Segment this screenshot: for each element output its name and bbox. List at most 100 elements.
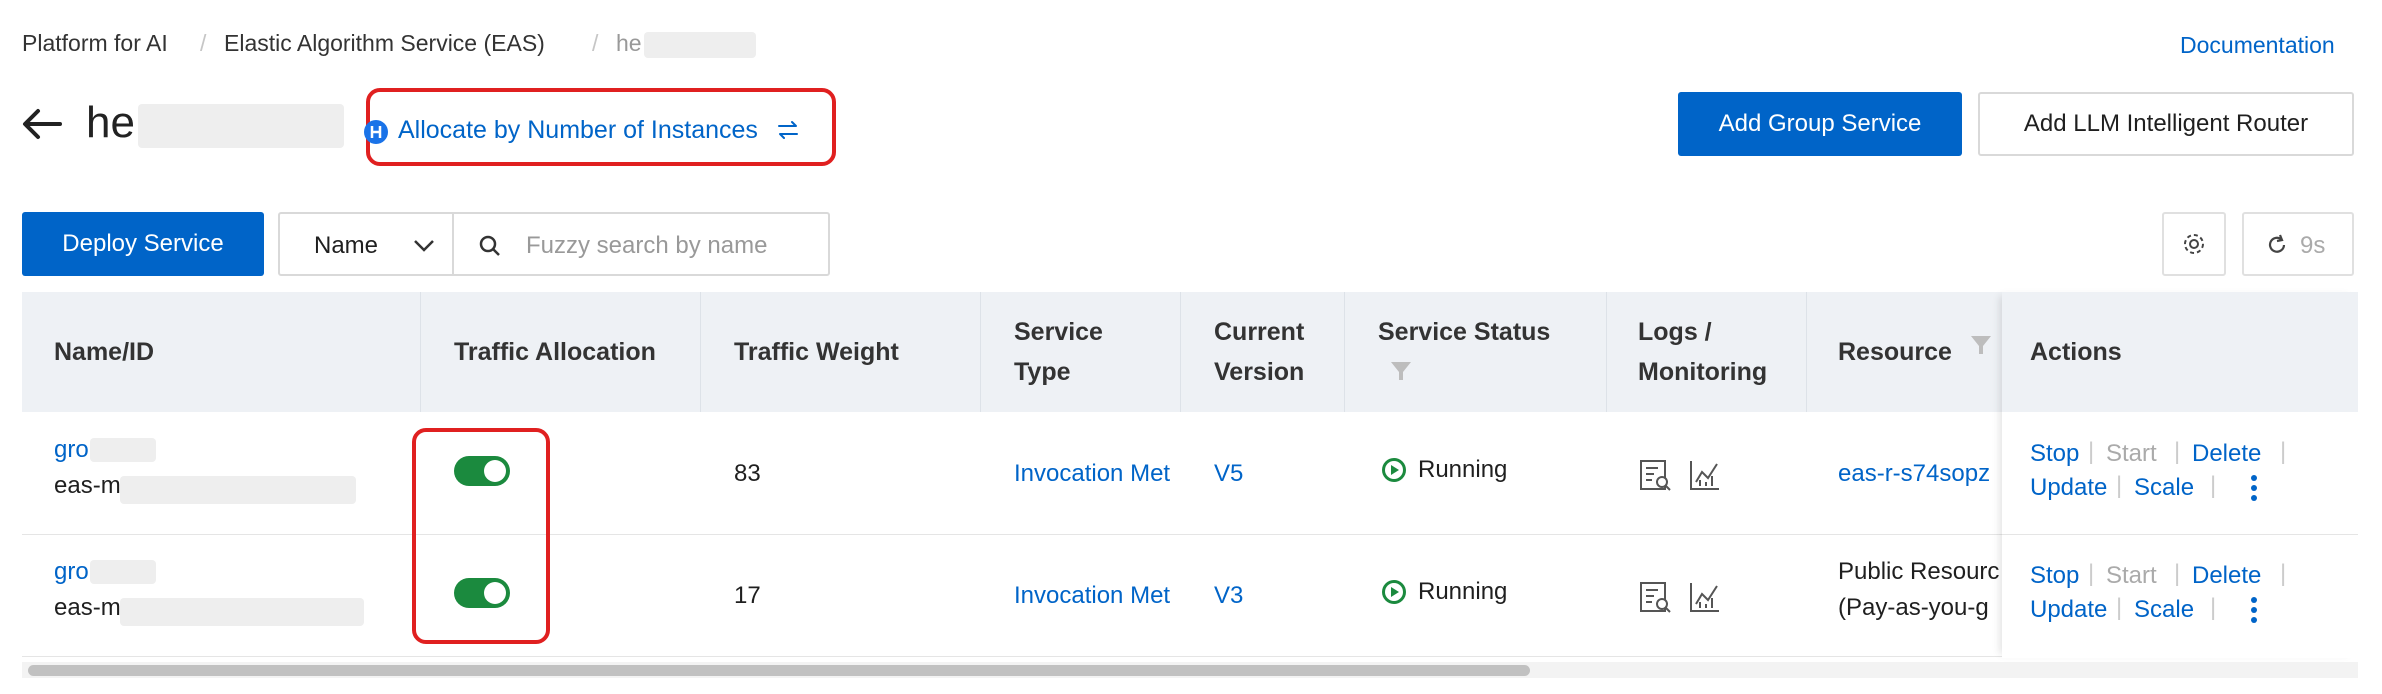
redacted-text <box>644 32 756 58</box>
start-button[interactable]: Start <box>2106 562 2157 590</box>
action-separator: | <box>2088 438 2095 465</box>
monitoring-icon[interactable] <box>1688 580 1722 614</box>
col-current-version: Version <box>1214 358 1305 386</box>
action-separator: | <box>2174 560 2181 587</box>
breadcrumb-separator: / <box>200 30 207 56</box>
monitoring-icon[interactable] <box>1688 458 1722 492</box>
action-separator: | <box>2088 560 2095 587</box>
service-id: eas-m <box>54 594 121 621</box>
traffic-weight: 17 <box>734 582 761 609</box>
refresh-countdown: 9s <box>2300 232 2326 259</box>
col-service-status: Service Status <box>1378 318 1551 346</box>
refresh-icon <box>2266 234 2288 256</box>
horizontal-scrollbar-thumb[interactable] <box>28 665 1530 676</box>
col-name-id: Name/ID <box>54 338 155 366</box>
add-group-service-button[interactable]: Add Group Service <box>1678 92 1962 156</box>
column-divider <box>1180 292 1181 412</box>
breadcrumb-current: he <box>616 30 642 56</box>
breadcrumb-pai[interactable]: Platform for AI <box>22 30 168 57</box>
version-link[interactable]: V3 <box>1214 582 1243 610</box>
col-service-type: Type <box>1014 358 1071 386</box>
breadcrumb-separator: / <box>592 30 599 56</box>
actions-header: Actions <box>2002 292 2358 412</box>
action-separator: | <box>2210 594 2217 621</box>
stop-button[interactable]: Stop <box>2030 440 2079 468</box>
actions-cell: Stop | Start | Delete | Update | Scale | <box>2002 534 2358 656</box>
chevron-down-icon <box>412 234 436 258</box>
more-icon[interactable] <box>2250 596 2258 624</box>
filter-select-value: Name <box>314 232 379 259</box>
start-button[interactable]: Start <box>2106 440 2157 468</box>
search-field[interactable]: Fuzzy search by name <box>452 212 830 276</box>
highlight-box <box>412 428 550 644</box>
page-title: he <box>86 98 135 147</box>
resource-text: (Pay-as-you-g <box>1838 594 1989 621</box>
service-status: Running <box>1418 578 1508 605</box>
redacted-text <box>90 438 156 462</box>
service-type-link[interactable]: Invocation Met <box>1014 460 1170 488</box>
logs-icon[interactable] <box>1638 458 1672 492</box>
add-llm-router-button[interactable]: Add LLM Intelligent Router <box>1978 92 2354 156</box>
breadcrumb-eas[interactable]: Elastic Algorithm Service (EAS) <box>224 30 545 57</box>
search-icon <box>478 234 502 258</box>
actions-column: Actions Stop | Start | Delete | Update |… <box>2002 292 2358 658</box>
col-current-version: Current <box>1214 318 1305 346</box>
deploy-service-button[interactable]: Deploy Service <box>22 212 264 276</box>
running-icon <box>1380 578 1408 606</box>
logs-icon[interactable] <box>1638 580 1672 614</box>
refresh-button[interactable]: 9s <box>2242 212 2354 276</box>
action-separator: | <box>2210 472 2217 499</box>
search-input[interactable]: Fuzzy search by name <box>526 232 767 260</box>
running-icon <box>1380 456 1408 484</box>
service-type-link[interactable]: Invocation Met <box>1014 582 1170 610</box>
settings-button[interactable] <box>2162 212 2226 276</box>
filter-icon[interactable] <box>1970 334 1992 356</box>
version-link[interactable]: V5 <box>1214 460 1243 488</box>
update-button[interactable]: Update <box>2030 474 2107 502</box>
scale-button[interactable]: Scale <box>2134 474 2194 502</box>
services-table: Name/ID Traffic Allocation Traffic Weigh… <box>22 292 2358 658</box>
col-logs-monitoring: Logs / <box>1638 318 1712 346</box>
redacted-text <box>120 598 364 626</box>
action-separator: | <box>2116 472 2123 499</box>
column-divider <box>980 292 981 412</box>
col-logs-monitoring: Monitoring <box>1638 358 1768 386</box>
back-arrow-icon[interactable] <box>20 104 64 144</box>
col-service-type: Service <box>1014 318 1103 346</box>
col-resource: Resource <box>1838 338 1952 366</box>
service-name-link[interactable]: gro <box>54 558 89 586</box>
allocate-switch-icon <box>362 118 390 146</box>
allocate-mode-link[interactable]: Allocate by Number of Instances <box>398 116 758 145</box>
swap-arrows-icon[interactable] <box>776 118 800 142</box>
column-divider <box>1606 292 1607 412</box>
service-name-link[interactable]: gro <box>54 436 89 464</box>
actions-cell: Stop | Start | Delete | Update | Scale | <box>2002 412 2358 535</box>
filter-select[interactable]: Name <box>278 212 454 276</box>
column-divider <box>1344 292 1345 412</box>
redacted-text <box>120 476 356 504</box>
gear-icon <box>2182 232 2206 256</box>
action-separator: | <box>2280 560 2287 587</box>
more-icon[interactable] <box>2250 474 2258 502</box>
col-actions: Actions <box>2030 338 2122 366</box>
scale-button[interactable]: Scale <box>2134 596 2194 624</box>
traffic-weight: 83 <box>734 460 761 487</box>
action-separator: | <box>2280 438 2287 465</box>
col-traffic-allocation: Traffic Allocation <box>454 338 656 366</box>
action-separator: | <box>2116 594 2123 621</box>
filter-icon[interactable] <box>1390 360 1412 382</box>
column-divider <box>1806 292 1807 412</box>
horizontal-scrollbar-track <box>22 662 2358 678</box>
redacted-text <box>138 104 344 148</box>
stop-button[interactable]: Stop <box>2030 562 2079 590</box>
column-divider <box>700 292 701 412</box>
resource-link[interactable]: eas-r-s74sopz <box>1838 460 1990 488</box>
documentation-link[interactable]: Documentation <box>2180 32 2335 59</box>
delete-button[interactable]: Delete <box>2192 440 2261 468</box>
update-button[interactable]: Update <box>2030 596 2107 624</box>
column-divider <box>420 292 421 412</box>
resource-text: Public Resourc <box>1838 558 2000 585</box>
action-separator: | <box>2174 438 2181 465</box>
service-id: eas-m <box>54 472 121 499</box>
delete-button[interactable]: Delete <box>2192 562 2261 590</box>
